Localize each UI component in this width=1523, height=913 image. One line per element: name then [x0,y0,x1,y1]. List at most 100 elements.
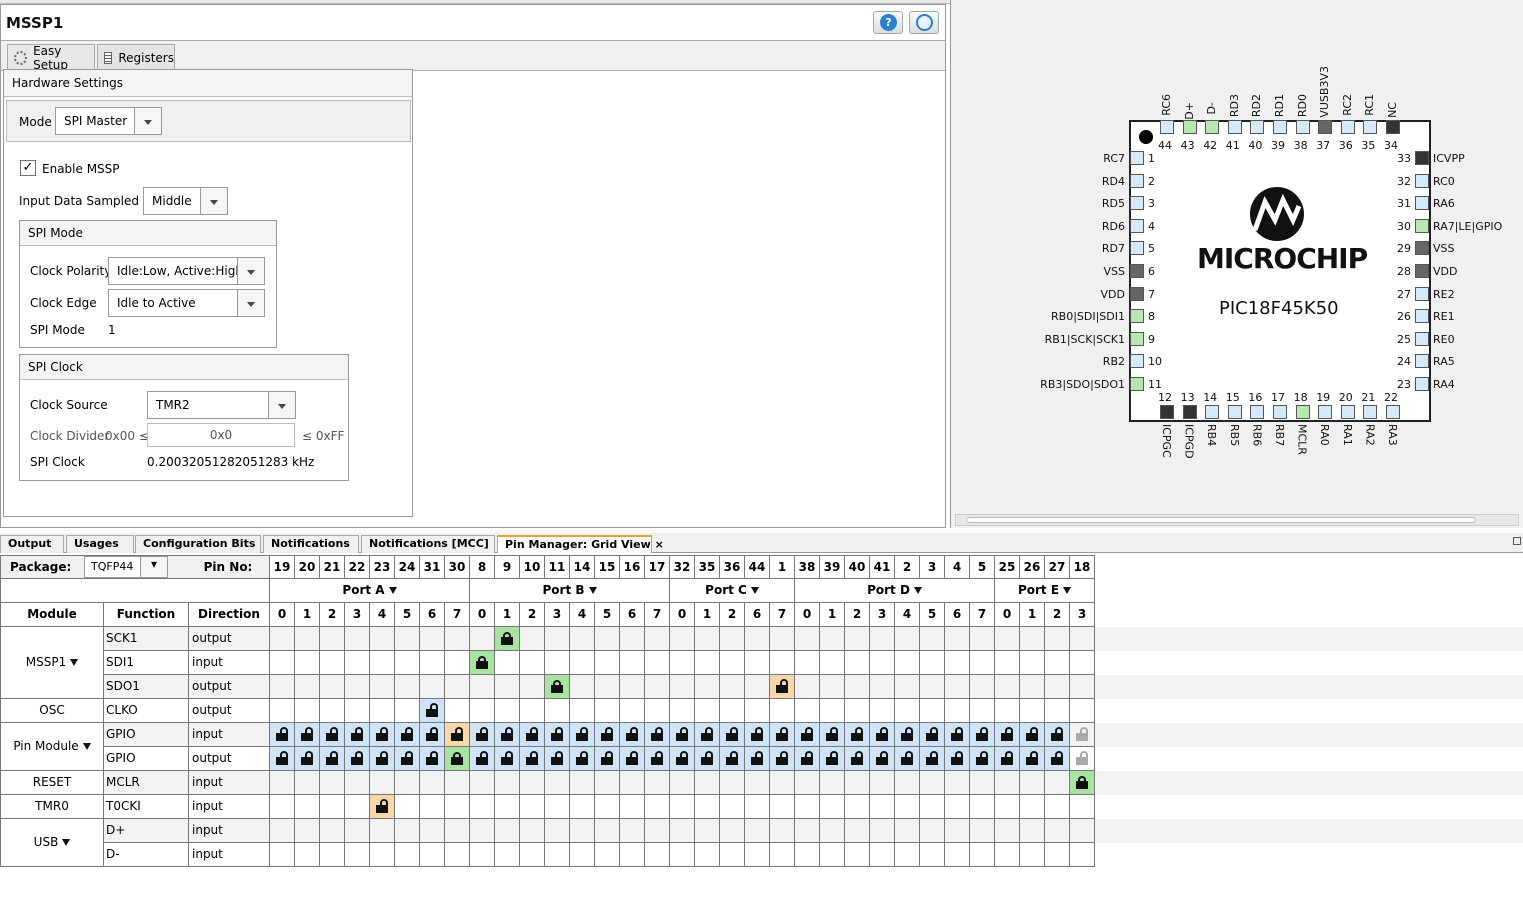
pin-1[interactable] [1130,151,1144,165]
pin-cell[interactable] [920,675,945,699]
pin-cell[interactable] [445,771,470,795]
unlock-icon[interactable] [601,727,613,741]
pin-cell[interactable] [770,795,795,819]
pin-cell[interactable] [295,771,320,795]
pin-cell[interactable] [895,699,920,723]
pin-cell[interactable] [470,675,495,699]
pin-cell[interactable] [670,675,695,699]
unlock-icon[interactable] [776,751,788,765]
unlock-icon[interactable] [651,751,663,765]
pin-cell[interactable] [720,627,745,651]
pin-cell[interactable] [970,771,995,795]
pin-39[interactable] [1273,120,1287,134]
pin-cell[interactable] [870,843,895,867]
pin-cell[interactable] [1070,819,1095,843]
pin-number[interactable]: 36 [1339,139,1353,152]
pin-number[interactable]: 44 [1158,139,1172,152]
pin-cell[interactable] [295,675,320,699]
pin-cell[interactable] [520,627,545,651]
pin-cell[interactable] [470,699,495,723]
unlock-icon[interactable] [1076,727,1088,741]
pin-number[interactable]: 2 [1148,175,1155,188]
pin-cell[interactable] [1020,651,1045,675]
pin-number[interactable]: 38 [1294,139,1308,152]
pin-cell[interactable] [795,771,820,795]
module-usb[interactable]: USB [0,819,104,867]
sampled-dropdown-button[interactable] [200,187,228,215]
pin-label[interactable]: RC0 [1433,175,1455,188]
pin-cell[interactable] [670,819,695,843]
pin-cell[interactable] [420,843,445,867]
unlock-icon[interactable] [376,751,388,765]
pin-number[interactable]: 37 [1316,139,1330,152]
pin-cell[interactable] [870,795,895,819]
tab-output[interactable]: Output [0,535,64,553]
pin-cell[interactable] [495,771,520,795]
pin-cell[interactable] [695,771,720,795]
unlock-icon[interactable] [676,751,688,765]
pin-cell[interactable] [320,843,345,867]
pin-number[interactable]: 12 [1158,391,1172,404]
expand-triangle-icon[interactable] [750,587,759,594]
pin-cell[interactable] [970,795,995,819]
clock-polarity-dropdown-button[interactable] [237,257,265,285]
pin-cell[interactable] [820,651,845,675]
pin-cell[interactable] [420,723,445,747]
pin-cell[interactable] [620,651,645,675]
expand-triangle-icon[interactable] [62,839,71,846]
pin-cell[interactable] [570,747,595,771]
pin-cell[interactable] [395,819,420,843]
pin-cell[interactable] [620,843,645,867]
pin-cell[interactable] [820,723,845,747]
pin-cell[interactable] [345,795,370,819]
pin-cell[interactable] [945,723,970,747]
pin-11[interactable] [1130,377,1144,391]
pin-cell[interactable] [720,723,745,747]
pin-cell[interactable] [695,723,720,747]
pin-22[interactable] [1386,405,1400,419]
pin-cell[interactable] [495,699,520,723]
unlock-icon[interactable] [351,727,363,741]
pin-number[interactable]: 35 [1361,139,1375,152]
pin-cell[interactable] [895,651,920,675]
pin-cell[interactable] [1045,771,1070,795]
unlock-icon[interactable] [551,751,563,765]
pin-6[interactable] [1130,264,1144,278]
pin-cell[interactable] [845,651,870,675]
pin-cell[interactable] [1020,723,1045,747]
module-mssp1[interactable]: MSSP1 [0,627,104,699]
pin-27[interactable] [1415,286,1429,301]
pin-cell[interactable] [995,675,1020,699]
pin-cell[interactable] [945,699,970,723]
pin-7[interactable] [1130,286,1144,301]
pin-cell[interactable] [895,819,920,843]
pin-37[interactable] [1318,120,1333,134]
unlock-icon[interactable] [901,751,913,765]
pin-cell[interactable] [845,795,870,819]
tab-usages[interactable]: Usages [66,535,134,553]
pin-33[interactable] [1415,151,1429,165]
pin-40[interactable] [1250,120,1265,134]
pin-cell[interactable] [720,747,745,771]
pin-cell[interactable] [695,819,720,843]
clock-polarity-dropdown[interactable]: Idle:Low, Active:High [108,257,238,285]
pin-30[interactable] [1415,218,1429,233]
unlock-icon[interactable] [801,751,813,765]
pin-cell[interactable] [820,795,845,819]
pin-3[interactable] [1130,196,1144,211]
pin-cell[interactable] [645,627,670,651]
pin-number[interactable]: 6 [1148,265,1155,278]
pin-label[interactable]: RB7 [1273,424,1286,446]
unlock-icon[interactable] [926,727,938,741]
mode-dropdown-button[interactable] [134,107,162,135]
pin-cell[interactable] [695,627,720,651]
pin-number[interactable]: 21 [1361,391,1375,404]
pin-label[interactable]: RB2 [1103,355,1125,368]
pin-cell[interactable] [620,675,645,699]
pin-cell[interactable] [995,819,1020,843]
pin-cell[interactable] [1070,699,1095,723]
pin-35[interactable] [1363,120,1378,134]
pin-cell[interactable] [370,795,395,819]
unlock-icon[interactable] [951,727,963,741]
pin-cell[interactable] [645,795,670,819]
